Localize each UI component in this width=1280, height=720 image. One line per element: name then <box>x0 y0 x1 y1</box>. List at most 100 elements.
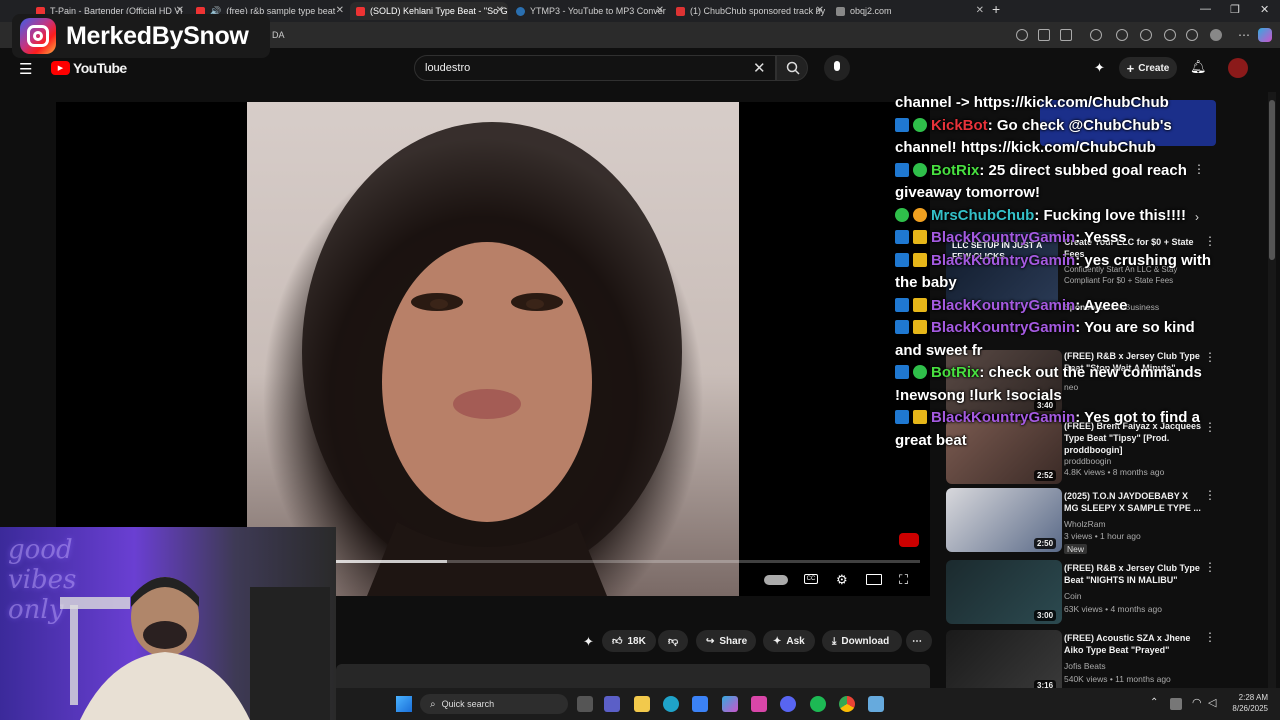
dislike-button[interactable]: 👎︎ <box>658 630 688 652</box>
chat-username[interactable]: BotRix <box>931 162 979 179</box>
clock[interactable]: 2:28 AM 8/26/2025 <box>1222 692 1268 714</box>
autoplay-toggle[interactable] <box>764 575 788 585</box>
windows-start-icon[interactable] <box>396 696 412 712</box>
ask-button[interactable]: ✦ Ask <box>763 630 815 652</box>
fullscreen-icon[interactable]: ⛶ <box>899 572 908 588</box>
extension-icon[interactable] <box>1016 29 1028 41</box>
recommended-video[interactable]: 2:50 (2025) T.O.N JAYDOEBABY X MG SLEEPY… <box>946 488 1216 558</box>
wifi-icon[interactable]: ◠ <box>1192 696 1202 709</box>
spotify-icon[interactable] <box>810 696 826 712</box>
ytmp3-favicon-icon <box>516 6 525 16</box>
more-icon[interactable]: ⋮ <box>1204 560 1216 574</box>
tab-close-icon[interactable]: ✕ <box>496 5 504 16</box>
notepad-icon[interactable] <box>868 696 884 712</box>
hamburger-menu-icon[interactable]: ☰ <box>19 60 32 78</box>
chat-username[interactable]: KickBot <box>931 117 988 134</box>
chat-username[interactable]: BotRix <box>931 364 979 381</box>
close-window-icon[interactable]: ✕ <box>1260 3 1269 16</box>
chat-text: : Fucking love this!!!! <box>1034 206 1186 224</box>
tray-chevron-icon[interactable]: ⌃ <box>1150 697 1158 708</box>
scrollbar-thumb[interactable] <box>1269 100 1275 260</box>
extension-icon[interactable] <box>1038 29 1050 41</box>
copilot-icon[interactable] <box>1258 28 1272 42</box>
chat-username[interactable]: BlackKountryGamin <box>931 229 1075 246</box>
chat-message: BlackKountryGamin: yes crushing with the… <box>895 250 1215 295</box>
youtube-logo[interactable]: ▶ YouTube <box>51 60 127 76</box>
share-label: Share <box>719 635 748 647</box>
tab-close-icon[interactable]: ✕ <box>336 5 344 16</box>
sparkle-icon: ✦ <box>773 635 782 647</box>
search-icon <box>786 61 800 75</box>
video-progress-bar[interactable] <box>336 560 920 563</box>
chat-message: KickBot: Go check @ChubChub's channel! h… <box>895 115 1215 160</box>
chat-badge-icon <box>895 320 909 334</box>
app-icon[interactable] <box>751 696 767 712</box>
browser-tab[interactable]: (1) ChubChub sponsored track by ✕ <box>670 2 828 20</box>
voice-search-button[interactable] <box>824 55 850 81</box>
more-icon[interactable]: ⋮ <box>1204 488 1216 502</box>
settings-gear-icon[interactable]: ⚙︎ <box>836 572 848 588</box>
ai-sparkle-icon[interactable]: ✦ <box>583 634 594 650</box>
maximize-icon[interactable]: ❐ <box>1230 3 1240 16</box>
favorites-icon[interactable] <box>1140 29 1152 41</box>
browser-tab[interactable]: obqj2.com ✕ <box>830 2 988 20</box>
new-tab-icon[interactable]: + <box>992 1 1000 17</box>
teams-icon[interactable] <box>604 696 620 712</box>
share-button[interactable]: ↪ Share <box>696 630 756 652</box>
clear-search-icon[interactable]: ✕ <box>753 59 766 77</box>
chat-message: BlackKountryGamin: Yes got to find a gre… <box>895 407 1215 452</box>
copilot-icon[interactable] <box>722 696 738 712</box>
account-avatar[interactable] <box>1228 58 1248 78</box>
tray-app-icon[interactable] <box>1170 698 1182 710</box>
plus-icon: + <box>1126 60 1135 76</box>
profile-avatar-icon[interactable] <box>1210 29 1222 41</box>
chat-username[interactable]: BlackKountryGamin <box>931 252 1075 269</box>
notifications-bell-icon[interactable]: 🔔︎ <box>1190 59 1207 75</box>
tab-close-icon[interactable]: ✕ <box>656 5 664 16</box>
video-meta: 63K views • 4 months ago <box>1064 604 1162 614</box>
store-icon[interactable] <box>692 696 708 712</box>
chat-badge-icon <box>913 410 927 424</box>
file-explorer-icon[interactable] <box>634 696 650 712</box>
more-icon[interactable]: ⋮ <box>1204 630 1216 644</box>
chrome-icon[interactable] <box>839 696 855 712</box>
ai-sparkle-icon[interactable]: ✦ <box>1094 60 1105 76</box>
edge-browser-icon[interactable] <box>663 696 679 712</box>
chat-message: BotRix: check out the new commands !news… <box>895 362 1215 407</box>
extension-icon[interactable] <box>1090 29 1102 41</box>
taskbar-search[interactable]: ⌕ Quick search <box>420 694 568 714</box>
tab-close-icon[interactable]: ✕ <box>816 5 824 16</box>
chat-username[interactable]: MrsChubChub <box>931 207 1034 224</box>
chat-username[interactable]: BlackKountryGamin <box>931 297 1075 314</box>
search-button[interactable] <box>776 55 808 81</box>
create-button[interactable]: + Create <box>1119 57 1177 79</box>
description-box[interactable] <box>336 664 930 688</box>
chat-badge-icon <box>895 252 909 267</box>
shield-icon[interactable] <box>1186 29 1198 41</box>
more-actions-button[interactable]: ⋯ <box>906 630 932 652</box>
browser-tab-active[interactable]: (SOLD) Kehlani Type Beat - "So G ✕ <box>350 2 508 20</box>
page-scrollbar[interactable] <box>1268 92 1276 688</box>
chat-username[interactable]: BlackKountryGamin <box>931 319 1075 336</box>
video-channel: Jofis Beats <box>1064 661 1106 671</box>
minimize-icon[interactable]: — <box>1200 3 1211 15</box>
volume-icon[interactable]: ◁ <box>1208 696 1216 709</box>
search-input[interactable]: loudestro <box>414 55 776 81</box>
captions-icon[interactable]: CC <box>804 574 818 584</box>
recommended-video[interactable]: 3:00 (FREE) R&B x Jersey Club Type Beat … <box>946 560 1216 630</box>
chat-text: : Yesss <box>1075 229 1127 246</box>
browser-tab[interactable]: YTMP3 - YouTube to MP3 Conver ✕ <box>510 2 668 20</box>
theater-mode-icon[interactable] <box>866 574 882 585</box>
chat-username[interactable]: BlackKountryGamin <box>931 409 1075 426</box>
star-icon[interactable] <box>1060 29 1072 41</box>
download-button[interactable]: ⤓ Download <box>822 630 902 652</box>
video-frame[interactable] <box>247 102 739 596</box>
tab-close-icon[interactable]: ✕ <box>976 5 984 16</box>
like-button[interactable]: 👍︎ 18K <box>602 630 656 652</box>
history-icon[interactable] <box>1164 29 1176 41</box>
more-menu-icon[interactable]: ⋯ <box>1238 28 1250 42</box>
extension-icon[interactable] <box>1116 29 1128 41</box>
video-image <box>302 122 682 596</box>
task-view-icon[interactable] <box>577 696 593 712</box>
discord-icon[interactable] <box>780 696 796 712</box>
